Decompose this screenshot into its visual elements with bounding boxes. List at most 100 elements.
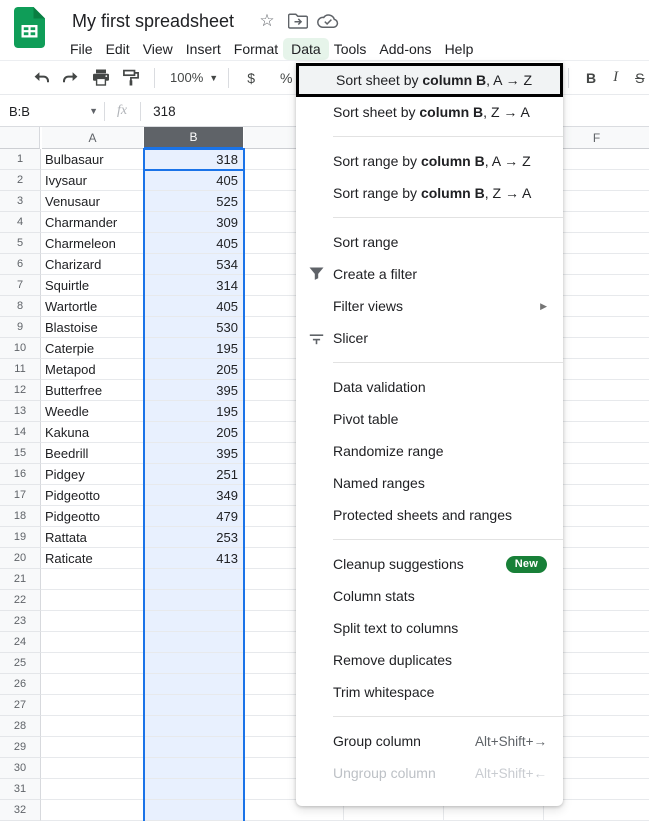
row-header-5[interactable]: 5: [0, 233, 41, 254]
italic-button[interactable]: I: [613, 69, 618, 86]
menu-item-sort-range[interactable]: Sort range: [296, 226, 563, 258]
menu-item-pivot-table[interactable]: Pivot table: [296, 403, 563, 435]
row-header-16[interactable]: 16: [0, 464, 41, 485]
cell-B14[interactable]: 205: [144, 422, 244, 443]
cell-B15[interactable]: 395: [144, 443, 244, 464]
cell-B3[interactable]: 525: [144, 191, 244, 212]
star-icon[interactable]: ☆: [256, 10, 278, 32]
cell-A21[interactable]: [41, 569, 144, 590]
cell-A9[interactable]: Blastoise: [41, 317, 144, 338]
cell-A25[interactable]: [41, 653, 144, 674]
menu-item-cleanup-suggestions[interactable]: Cleanup suggestionsNew: [296, 548, 563, 580]
strikethrough-button[interactable]: S: [635, 70, 644, 86]
menu-format[interactable]: Format: [234, 38, 278, 60]
cell-A27[interactable]: [41, 695, 144, 716]
cell-B6[interactable]: 534: [144, 254, 244, 275]
menu-file[interactable]: File: [70, 38, 93, 60]
row-header-30[interactable]: 30: [0, 758, 41, 779]
cell-A19[interactable]: Rattata: [41, 527, 144, 548]
cell-A13[interactable]: Weedle: [41, 401, 144, 422]
cell-A12[interactable]: Butterfree: [41, 380, 144, 401]
cell-A24[interactable]: [41, 632, 144, 653]
menu-item-trim-whitespace[interactable]: Trim whitespace: [296, 676, 563, 708]
menu-view[interactable]: View: [143, 38, 173, 60]
row-header-8[interactable]: 8: [0, 296, 41, 317]
menu-item-filter-views[interactable]: Filter views▶: [296, 290, 563, 322]
cell-A31[interactable]: [41, 779, 144, 800]
cell-B31[interactable]: [144, 779, 244, 800]
cell-A5[interactable]: Charmeleon: [41, 233, 144, 254]
row-header-4[interactable]: 4: [0, 212, 41, 233]
row-header-3[interactable]: 3: [0, 191, 41, 212]
menu-add-ons[interactable]: Add-ons: [379, 38, 431, 60]
bold-button[interactable]: B: [586, 70, 596, 86]
row-header-9[interactable]: 9: [0, 317, 41, 338]
cell-B2[interactable]: 405: [144, 170, 244, 191]
cell-B29[interactable]: [144, 737, 244, 758]
row-header-18[interactable]: 18: [0, 506, 41, 527]
row-header-26[interactable]: 26: [0, 674, 41, 695]
format-currency-button[interactable]: $: [240, 67, 262, 89]
cell-B4[interactable]: 309: [144, 212, 244, 233]
cell-A7[interactable]: Squirtle: [41, 275, 144, 296]
cell-A11[interactable]: Metapod: [41, 359, 144, 380]
row-header-15[interactable]: 15: [0, 443, 41, 464]
cell-B30[interactable]: [144, 758, 244, 779]
row-header-19[interactable]: 19: [0, 527, 41, 548]
menu-item-create-a-filter[interactable]: Create a filter: [296, 258, 563, 290]
row-header-23[interactable]: 23: [0, 611, 41, 632]
cloud-saved-icon[interactable]: [317, 10, 339, 32]
row-header-1[interactable]: 1: [0, 149, 41, 170]
cell-B1[interactable]: 318: [144, 149, 244, 170]
row-header-13[interactable]: 13: [0, 401, 41, 422]
cell-A29[interactable]: [41, 737, 144, 758]
cell-B8[interactable]: 405: [144, 296, 244, 317]
cell-B19[interactable]: 253: [144, 527, 244, 548]
row-header-20[interactable]: 20: [0, 548, 41, 569]
cell-A1[interactable]: Bulbasaur: [41, 149, 144, 170]
row-header-25[interactable]: 25: [0, 653, 41, 674]
document-title[interactable]: My first spreadsheet: [72, 11, 234, 32]
menu-tools[interactable]: Tools: [334, 38, 367, 60]
cell-A30[interactable]: [41, 758, 144, 779]
row-header-31[interactable]: 31: [0, 779, 41, 800]
menu-item-data-validation[interactable]: Data validation: [296, 371, 563, 403]
menu-item-sort-sheet-by-column-b-z-a[interactable]: Sort sheet by column B, Z → A: [296, 96, 563, 128]
cell-A17[interactable]: Pidgeotto: [41, 485, 144, 506]
cell-B32[interactable]: [144, 800, 244, 821]
menu-item-sort-range-by-column-b-a-z[interactable]: Sort range by column B, A → Z: [296, 145, 563, 177]
cell-A32[interactable]: [41, 800, 144, 821]
row-header-24[interactable]: 24: [0, 632, 41, 653]
zoom-select[interactable]: 100%▼: [170, 70, 218, 85]
row-header-12[interactable]: 12: [0, 380, 41, 401]
cell-A15[interactable]: Beedrill: [41, 443, 144, 464]
menu-data[interactable]: Data: [283, 38, 329, 60]
cell-A2[interactable]: Ivysaur: [41, 170, 144, 191]
print-button[interactable]: [90, 67, 112, 89]
cell-B9[interactable]: 530: [144, 317, 244, 338]
cell-A4[interactable]: Charmander: [41, 212, 144, 233]
cell-B16[interactable]: 251: [144, 464, 244, 485]
formula-input[interactable]: 318: [141, 104, 176, 119]
format-percent-button[interactable]: %: [275, 67, 297, 89]
row-header-28[interactable]: 28: [0, 716, 41, 737]
cell-B22[interactable]: [144, 590, 244, 611]
cell-A14[interactable]: Kakuna: [41, 422, 144, 443]
column-header-a[interactable]: A: [42, 127, 143, 149]
menu-help[interactable]: Help: [445, 38, 474, 60]
cell-B7[interactable]: 314: [144, 275, 244, 296]
cell-B13[interactable]: 195: [144, 401, 244, 422]
row-header-21[interactable]: 21: [0, 569, 41, 590]
cell-B10[interactable]: 195: [144, 338, 244, 359]
cell-B5[interactable]: 405: [144, 233, 244, 254]
cell-A20[interactable]: Raticate: [41, 548, 144, 569]
menu-edit[interactable]: Edit: [106, 38, 130, 60]
cell-B12[interactable]: 395: [144, 380, 244, 401]
sheets-logo-icon[interactable]: [14, 7, 45, 53]
move-to-folder-icon[interactable]: [287, 10, 309, 32]
row-header-2[interactable]: 2: [0, 170, 41, 191]
row-header-32[interactable]: 32: [0, 800, 41, 821]
menu-item-remove-duplicates[interactable]: Remove duplicates: [296, 644, 563, 676]
row-header-14[interactable]: 14: [0, 422, 41, 443]
row-header-6[interactable]: 6: [0, 254, 41, 275]
